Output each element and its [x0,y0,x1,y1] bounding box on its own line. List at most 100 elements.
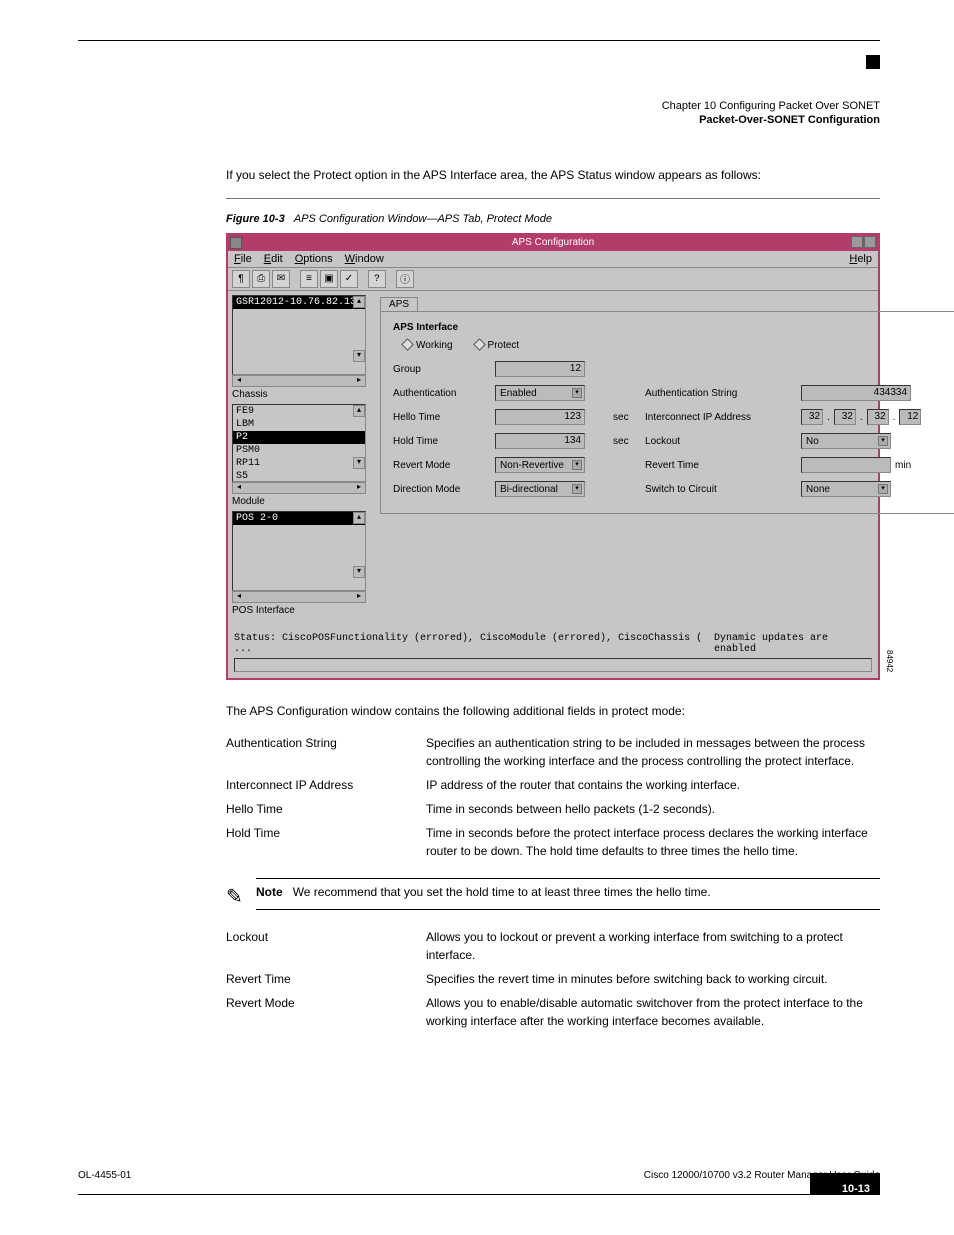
field-name: Authentication String [226,734,426,770]
scroll-up-icon[interactable]: ▴ [353,405,365,417]
pos-interface-label: POS Interface [232,605,366,616]
list-item[interactable]: GSR12012-10.76.82.139 [233,296,365,309]
chevron-down-icon: ▾ [572,460,582,470]
hscroll[interactable]: ◂▸ [232,375,366,387]
radio-working[interactable]: Working [403,339,453,351]
note-label: Note [256,885,283,899]
revert-time-label: Revert Time [645,460,795,471]
scroll-up-icon[interactable]: ▴ [353,296,365,308]
page-content: Chapter 10 Configuring Packet Over SONET… [78,100,880,1036]
diamond-icon [401,338,414,351]
window-title: APS Configuration [512,237,594,248]
scroll-down-icon[interactable]: ▾ [353,457,365,469]
hscroll[interactable]: ◂▸ [232,482,366,494]
maximize-icon[interactable] [864,236,876,248]
scroll-down-icon[interactable]: ▾ [353,566,365,578]
ip-octet-3[interactable]: 32 [867,409,889,425]
list-item[interactable]: PSM0 [233,444,365,457]
left-panel: GSR12012-10.76.82.139 ▴ ▾ ◂▸ Chassis FE9… [228,291,370,624]
aps-fields-grid: Group 12 Authentication Enabled▾ Authent… [393,361,954,497]
toolbar-btn-6[interactable]: ✓ [340,270,358,288]
list-item[interactable]: RP11 [233,457,365,470]
toolbar: ¶ ⎙ ✉ ≡ ▣ ✓ ? ⓘ [228,268,878,291]
switch-to-circuit-label: Switch to Circuit [645,484,795,495]
menu-window[interactable]: Window [345,253,384,265]
ip-octet-2[interactable]: 32 [834,409,856,425]
page-corner-marker [866,55,880,69]
aps-interface-heading: APS Interface [393,322,954,333]
tab-aps[interactable]: APS [380,297,418,311]
field-table-2: LockoutAllows you to lockout or prevent … [226,928,880,1030]
toolbar-btn-5[interactable]: ▣ [320,270,338,288]
intro-text: If you select the Protect option in the … [226,166,880,184]
group-label: Group [393,364,489,375]
note-block: ✎ Note We recommend that you set the hol… [226,878,880,910]
menu-edit[interactable]: Edit [264,253,283,265]
toolbar-btn-4[interactable]: ≡ [300,270,318,288]
right-panel: APS APS Interface Working Protect Group … [370,291,954,624]
hello-unit: sec [613,412,635,423]
auth-label: Authentication [393,388,489,399]
group-input[interactable]: 12 [495,361,585,377]
ip-octet-1[interactable]: 32 [801,409,823,425]
field-desc: Time in seconds before the protect inter… [426,824,880,860]
revert-time-input[interactable] [801,457,891,473]
figure-title: APS Configuration Window—APS Tab, Protec… [294,213,552,225]
aps-config-window: APS Configuration File Edit Options Wind… [226,233,880,680]
list-item[interactable]: S5 [233,470,365,481]
figure-caption: Figure 10-3 APS Configuration Window—APS… [226,213,880,225]
toolbar-btn-help[interactable]: ? [368,270,386,288]
field-desc: Allows you to enable/disable automatic s… [426,994,880,1030]
toolbar-btn-3[interactable]: ✉ [272,270,290,288]
revert-mode-select[interactable]: Non-Revertive▾ [495,457,585,473]
list-item[interactable]: P2 [233,431,365,444]
toolbar-btn-info[interactable]: ⓘ [396,270,414,288]
ip-octet-4[interactable]: 12 [899,409,921,425]
hello-time-input[interactable]: 123 [495,409,585,425]
field-name: Lockout [226,928,426,964]
direction-mode-label: Direction Mode [393,484,489,495]
minimize-icon[interactable] [851,236,863,248]
auth-string-label: Authentication String [645,388,795,399]
list-item[interactable]: LBM [233,418,365,431]
diamond-icon [473,338,486,351]
list-item[interactable]: POS 2-0 [233,512,365,525]
menu-options[interactable]: Options [295,253,333,265]
page-frame-top [78,40,880,41]
menu-bar: File Edit Options Window Help [228,251,878,268]
lockout-select[interactable]: No▾ [801,433,891,449]
menu-file[interactable]: File [234,253,252,265]
toolbar-btn-1[interactable]: ¶ [232,270,250,288]
auth-select[interactable]: Enabled▾ [495,385,585,401]
field-desc: Allows you to lockout or prevent a worki… [426,928,880,964]
note-text: We recommend that you set the hold time … [293,885,711,899]
field-name: Revert Mode [226,994,426,1030]
figure-side-number: 84942 [885,650,894,672]
chassis-label: Chassis [232,389,366,400]
revert-time-unit: min [895,460,911,471]
device-listbox[interactable]: GSR12012-10.76.82.139 ▴ ▾ [232,295,366,375]
status-input[interactable] [234,658,872,672]
toolbar-btn-2[interactable]: ⎙ [252,270,270,288]
auth-string-input[interactable]: 434334 [801,385,911,401]
menu-help[interactable]: Help [849,253,872,265]
radio-protect[interactable]: Protect [475,339,520,351]
chassis-listbox[interactable]: FE9 LBM P2 PSM0 RP11 S5 ▴ ▾ [232,404,366,482]
list-item[interactable]: FE9 [233,405,365,418]
page-footer: OL-4455-01 Cisco 12000/10700 v3.2 Router… [78,1170,880,1181]
scroll-up-icon[interactable]: ▴ [353,512,365,524]
module-listbox[interactable]: POS 2-0 ▴ ▾ [232,511,366,591]
switch-to-circuit-select[interactable]: None▾ [801,481,891,497]
aps-tab-panel: APS Interface Working Protect Group 12 A… [380,311,954,514]
section-header: Packet-Over-SONET Configuration [78,114,880,126]
direction-mode-select[interactable]: Bi-directional▾ [495,481,585,497]
interconnect-ip-field: 32. 32. 32. 12 [801,409,954,425]
hscroll[interactable]: ◂▸ [232,591,366,603]
module-label: Module [232,496,366,507]
revert-mode-label: Revert Mode [393,460,489,471]
scroll-down-icon[interactable]: ▾ [353,350,365,362]
chevron-down-icon: ▾ [878,436,888,446]
system-menu-icon[interactable] [230,237,242,249]
hold-time-input[interactable]: 134 [495,433,585,449]
field-desc: Specifies an authentication string to be… [426,734,880,770]
